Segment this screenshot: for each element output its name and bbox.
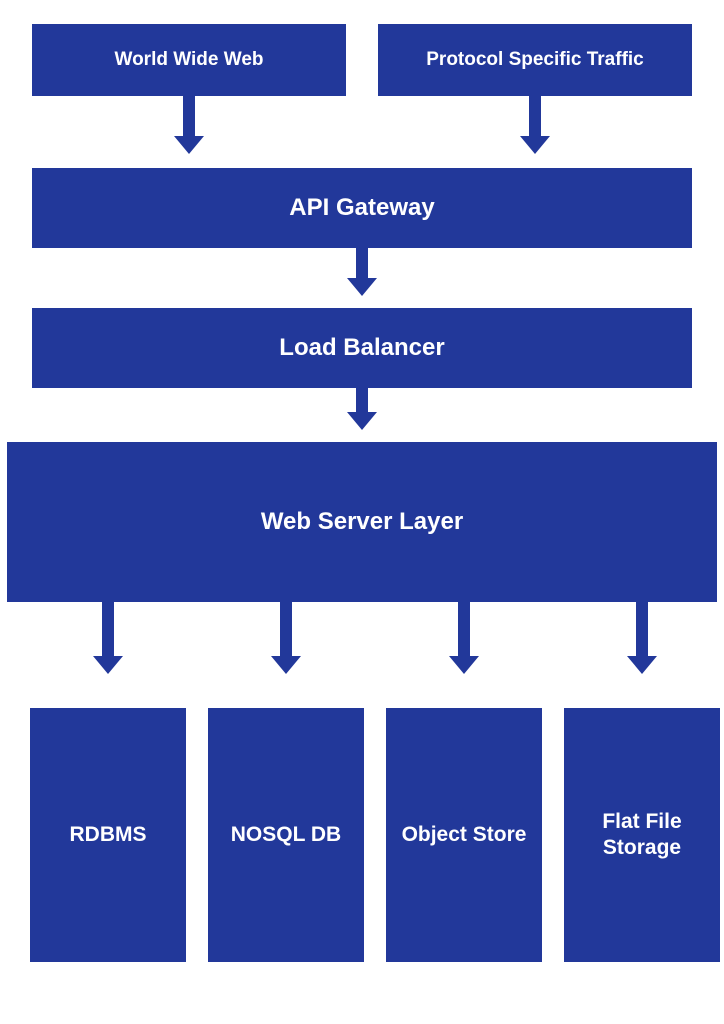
object-store-label: Object Store xyxy=(402,822,527,848)
arrow-down-icon xyxy=(347,388,377,430)
object-store-box: Object Store xyxy=(386,708,542,962)
arrow-down-icon xyxy=(520,96,550,154)
load-balancer-box: Load Balancer xyxy=(32,308,692,388)
flat-file-storage-label: Flat File Storage xyxy=(572,809,712,862)
arrow-down-icon xyxy=(93,602,123,674)
arrow-down-icon xyxy=(174,96,204,154)
rdbms-label: RDBMS xyxy=(70,822,147,848)
web-server-layer-label: Web Server Layer xyxy=(261,508,463,536)
arrow-down-icon xyxy=(627,602,657,674)
world-wide-web-box: World Wide Web xyxy=(32,24,346,96)
api-gateway-box: API Gateway xyxy=(32,168,692,248)
protocol-traffic-box: Protocol Specific Traffic xyxy=(378,24,692,96)
arrow-down-icon xyxy=(347,248,377,296)
nosql-db-box: NOSQL DB xyxy=(208,708,364,962)
protocol-traffic-label: Protocol Specific Traffic xyxy=(426,49,644,71)
arrow-down-icon xyxy=(271,602,301,674)
world-wide-web-label: World Wide Web xyxy=(114,49,263,71)
web-server-layer-box: Web Server Layer xyxy=(7,442,717,602)
api-gateway-label: API Gateway xyxy=(289,194,434,222)
nosql-db-label: NOSQL DB xyxy=(231,822,341,848)
flat-file-storage-box: Flat File Storage xyxy=(564,708,720,962)
arrow-down-icon xyxy=(449,602,479,674)
rdbms-box: RDBMS xyxy=(30,708,186,962)
load-balancer-label: Load Balancer xyxy=(279,334,444,362)
